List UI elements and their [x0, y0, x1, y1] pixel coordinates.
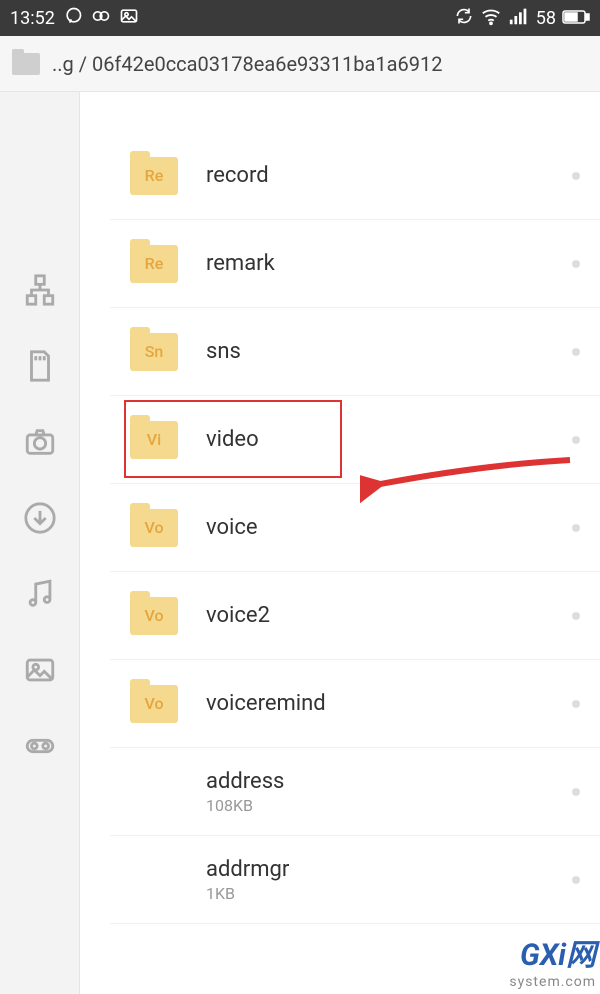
folder-icon-label: Vi	[147, 430, 161, 449]
file-icon	[130, 773, 178, 811]
item-name: video	[206, 427, 572, 452]
folder-icon	[12, 53, 40, 75]
folder-icon-label: Sn	[145, 342, 164, 361]
status-right: 58	[454, 5, 590, 32]
folder-icon-label: Vo	[144, 518, 163, 537]
folder-icon: Sn	[130, 333, 178, 371]
folder-icon: Vo	[130, 597, 178, 635]
battery-icon	[562, 8, 590, 29]
folder-icon-label: Vo	[144, 606, 163, 625]
status-bar: 13:52 58	[0, 0, 600, 36]
item-name: sns	[206, 339, 572, 364]
chat-icon	[63, 6, 83, 31]
breadcrumb-bar[interactable]: ..g / 06f42e0cca03178ea6e93311ba1a6912	[0, 36, 600, 92]
item-name: remark	[206, 251, 572, 276]
path-folder: 06f42e0cca03178ea6e93311ba1a6912	[92, 52, 443, 76]
watermark: GXi网 system.com	[509, 930, 596, 990]
item-name: voice	[206, 515, 572, 540]
status-time: 13:52	[10, 8, 55, 29]
list-item[interactable]: Sn sns	[110, 308, 600, 396]
more-icon[interactable]	[572, 172, 580, 180]
list-item[interactable]: addrmgr 1KB	[110, 836, 600, 924]
item-name: addrmgr	[206, 857, 572, 882]
file-area: Re record Re remark Sn sns Vi video	[80, 92, 600, 994]
folder-icon-label: Vo	[144, 694, 163, 713]
download-icon[interactable]	[22, 500, 58, 536]
list-top-space	[110, 92, 600, 132]
list-item[interactable]: address 108KB	[110, 748, 600, 836]
file-icon	[130, 861, 178, 899]
more-icon[interactable]	[572, 524, 580, 532]
music-icon[interactable]	[22, 576, 58, 612]
file-list[interactable]: Re record Re remark Sn sns Vi video	[110, 92, 600, 924]
folder-icon: Re	[130, 157, 178, 195]
item-name: voice2	[206, 603, 572, 628]
camera-icon[interactable]	[22, 424, 58, 460]
list-item-video[interactable]: Vi video	[110, 396, 600, 484]
wifi-icon	[480, 5, 502, 32]
more-icon[interactable]	[572, 260, 580, 268]
more-icon[interactable]	[572, 348, 580, 356]
list-item[interactable]: Vo voiceremind	[110, 660, 600, 748]
sidebar	[0, 92, 80, 994]
sdcard-icon[interactable]	[22, 348, 58, 384]
more-icon[interactable]	[572, 612, 580, 620]
list-item[interactable]: Vo voice	[110, 484, 600, 572]
picture-icon[interactable]	[22, 652, 58, 688]
more-icon[interactable]	[572, 876, 580, 884]
status-left: 13:52	[10, 6, 139, 31]
list-item[interactable]: Re remark	[110, 220, 600, 308]
folder-icon: Re	[130, 245, 178, 283]
list-item[interactable]: Vo voice2	[110, 572, 600, 660]
item-name: record	[206, 163, 572, 188]
more-icon[interactable]	[572, 700, 580, 708]
network-icon[interactable]	[22, 272, 58, 308]
picture-status-icon	[119, 6, 139, 31]
watermark-title: GXi网	[509, 930, 596, 974]
folder-icon: Vi	[130, 421, 178, 459]
path-prefix: ..g /	[52, 52, 92, 76]
battery-level: 58	[536, 8, 556, 29]
item-name: voiceremind	[206, 691, 572, 716]
signal-icon	[508, 5, 530, 32]
folder-icon: Vo	[130, 509, 178, 547]
folder-icon: Vo	[130, 685, 178, 723]
rotate-icon	[454, 6, 474, 31]
breadcrumb-path: ..g / 06f42e0cca03178ea6e93311ba1a6912	[52, 52, 442, 76]
item-meta: 108KB	[206, 796, 572, 815]
more-icon[interactable]	[572, 436, 580, 444]
folder-icon-label: Re	[145, 254, 164, 273]
folder-icon-label: Re	[145, 166, 164, 185]
main-area: Re record Re remark Sn sns Vi video	[0, 92, 600, 994]
item-meta: 1KB	[206, 884, 572, 903]
watermark-sub: system.com	[509, 974, 596, 990]
owl-icon	[91, 6, 111, 31]
misc-icon[interactable]	[22, 728, 58, 764]
list-item[interactable]: Re record	[110, 132, 600, 220]
item-name: address	[206, 769, 572, 794]
more-icon[interactable]	[572, 788, 580, 796]
